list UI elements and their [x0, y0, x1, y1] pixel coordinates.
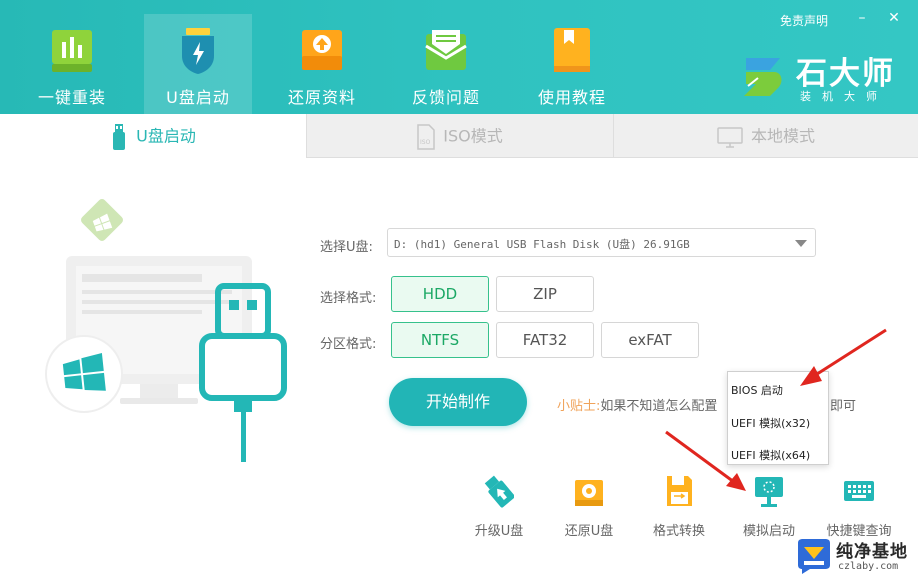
tab-iso-mode[interactable]: ISO ISO模式	[306, 114, 613, 158]
brand-subtitle: 装机大师	[800, 90, 888, 103]
tab-local-mode[interactable]: 本地模式	[613, 114, 918, 158]
tool-label: 还原U盘	[564, 524, 614, 539]
brand-name: 石大师	[796, 56, 895, 92]
iso-file-icon: ISO	[417, 123, 435, 150]
format-option-hdd[interactable]: HDD	[391, 276, 489, 312]
usb-drive-icon	[113, 123, 126, 150]
usb-illustration	[45, 199, 287, 462]
nav-usb-boot[interactable]: U盘启动	[144, 14, 252, 114]
nav-feedback[interactable]: 反馈问题	[392, 14, 500, 114]
tool-upgrade-usb[interactable]: 升级U盘	[457, 470, 541, 544]
nav-tutorial[interactable]: 使用教程	[518, 14, 626, 114]
watermark-logo-icon	[798, 539, 830, 574]
boot-mode-menu: BIOS 启动 UEFI 模拟(x32) UEFI 模拟(x64)	[727, 371, 829, 465]
nav-label: 反馈问题	[411, 88, 480, 107]
tab-usb-boot[interactable]: U盘启动	[0, 114, 306, 158]
usb-select[interactable]: D: (hd1) General USB Flash Disk (U盘) 26.…	[387, 228, 816, 257]
simulate-boot-icon	[755, 477, 783, 507]
brand-logo: 石大师 装机大师	[740, 48, 910, 106]
disclaimer-link[interactable]: 免责声明	[780, 12, 828, 29]
windows-logo-icon	[45, 335, 123, 413]
tool-label: 格式转换	[652, 524, 705, 539]
tab-label: 本地模式	[750, 126, 815, 146]
tool-simulate-boot[interactable]: 模拟启动	[727, 470, 811, 544]
restore-disk-icon	[575, 480, 603, 506]
chart-bars-icon	[52, 30, 92, 72]
monitor-icon	[717, 126, 743, 148]
usb-upgrade-icon	[484, 475, 514, 508]
brand-mark-icon	[744, 58, 782, 96]
tip-text: 小贴士:如果不知道怎么配置	[557, 395, 717, 414]
menu-item-uefi-x64[interactable]: UEFI 模拟(x64)	[731, 447, 810, 463]
tip-label: 小贴士:	[557, 399, 601, 414]
book-icon	[554, 28, 590, 72]
nav-restore-data[interactable]: 还原资料	[268, 14, 376, 114]
app-header: 一键重装 U盘启动 还原资料 反馈问题 使用教程 免责声明 – ✕ 石大师 装机…	[0, 0, 918, 114]
keyboard-icon	[844, 481, 874, 501]
usb-select-label: 选择U盘:	[320, 240, 373, 255]
svg-text:ISO: ISO	[420, 139, 431, 146]
watermark-name: 纯净基地	[836, 542, 908, 562]
tool-hotkey-query[interactable]: 快捷键查询	[817, 470, 901, 544]
minimize-button[interactable]: –	[852, 8, 872, 28]
tool-restore-usb[interactable]: 还原U盘	[547, 470, 631, 544]
menu-item-uefi-x32[interactable]: UEFI 模拟(x32)	[731, 415, 810, 431]
tool-format-convert[interactable]: 格式转换	[637, 470, 721, 544]
envelope-icon	[425, 30, 467, 70]
partition-option-exfat[interactable]: exFAT	[601, 322, 699, 358]
nav-label: U盘启动	[166, 88, 230, 107]
chevron-down-icon	[795, 240, 807, 247]
partition-option-ntfs[interactable]: NTFS	[391, 322, 489, 358]
format-label: 选择格式:	[320, 291, 377, 306]
start-button[interactable]: 开始制作	[389, 378, 527, 426]
close-button[interactable]: ✕	[884, 8, 904, 28]
tab-label: U盘启动	[136, 126, 196, 146]
nav-label: 一键重装	[37, 88, 106, 107]
watermark-url: czlaby.com	[838, 561, 899, 572]
windows-diamond-icon	[81, 199, 123, 241]
menu-item-bios-boot[interactable]: BIOS 启动	[731, 382, 783, 398]
format-option-zip[interactable]: ZIP	[496, 276, 594, 312]
floppy-convert-icon	[667, 476, 692, 506]
watermark: 纯净基地 czlaby.com	[794, 535, 918, 578]
tool-label: 升级U盘	[474, 524, 524, 539]
nav-label: 还原资料	[287, 88, 356, 107]
tip-end: 即可	[830, 399, 857, 414]
tip-body: 如果不知道怎么配置	[600, 399, 718, 414]
partition-label: 分区格式:	[320, 337, 377, 352]
nav-one-click-reinstall[interactable]: 一键重装	[18, 14, 126, 114]
partition-option-fat32[interactable]: FAT32	[496, 322, 594, 358]
tab-label: ISO模式	[443, 126, 503, 146]
usb-select-value: D: (hd1) General USB Flash Disk (U盘) 26.…	[394, 238, 690, 251]
nav-label: 使用教程	[537, 88, 606, 107]
restore-folder-icon	[302, 30, 342, 70]
usb-shield-icon	[182, 28, 214, 74]
